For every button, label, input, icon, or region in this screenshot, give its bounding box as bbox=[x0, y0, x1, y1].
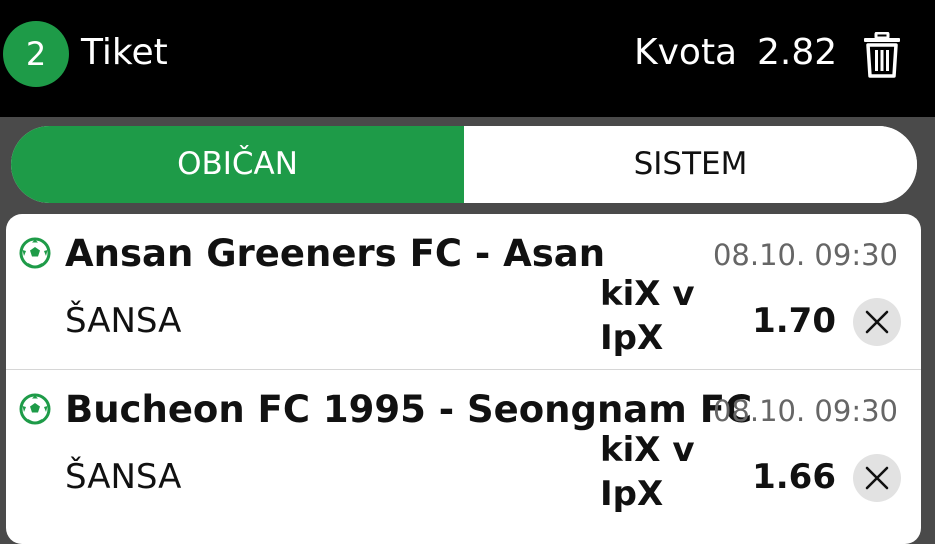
match-name: Bucheon FC 1995 - Seongnam FC bbox=[65, 388, 753, 431]
tab-obican[interactable]: OBIČAN bbox=[11, 126, 464, 203]
close-icon bbox=[865, 466, 889, 490]
soccer-ball-icon bbox=[19, 237, 51, 269]
bet-type-label: ŠANSA bbox=[65, 457, 182, 497]
total-odds-label: Kvota bbox=[634, 32, 738, 73]
bet-type-label: ŠANSA bbox=[65, 301, 182, 341]
remove-bet-button[interactable] bbox=[853, 298, 901, 346]
remove-bet-button[interactable] bbox=[853, 454, 901, 502]
ticket-title: Tiket bbox=[81, 32, 168, 73]
total-odds-value: 2.82 bbox=[757, 32, 838, 73]
trash-icon[interactable] bbox=[863, 32, 901, 78]
pick-label: kiX v IpX bbox=[600, 274, 695, 358]
soccer-ball-icon bbox=[19, 393, 51, 425]
bet-list: Ansan Greeners FC - Asan 08.10. 09:30 ŠA… bbox=[6, 214, 921, 544]
close-icon bbox=[865, 310, 889, 334]
match-datetime: 08.10. 09:30 bbox=[712, 394, 898, 428]
bet-row[interactable]: Bucheon FC 1995 - Seongnam FC 08.10. 09:… bbox=[6, 370, 921, 525]
ticket-type-tabs: OBIČAN SISTEM bbox=[11, 126, 917, 203]
bet-row[interactable]: Ansan Greeners FC - Asan 08.10. 09:30 ŠA… bbox=[6, 214, 921, 370]
selection-count-badge: 2 bbox=[3, 21, 69, 87]
pick-label: kiX v IpX bbox=[600, 430, 695, 514]
tab-sistem[interactable]: SISTEM bbox=[464, 126, 917, 203]
pick-odds: 1.66 bbox=[752, 457, 836, 497]
match-datetime: 08.10. 09:30 bbox=[712, 238, 898, 272]
match-name: Ansan Greeners FC - Asan bbox=[65, 232, 606, 275]
ticket-header: 2 Tiket Kvota 2.82 bbox=[0, 0, 935, 117]
pick-odds: 1.70 bbox=[752, 301, 836, 341]
